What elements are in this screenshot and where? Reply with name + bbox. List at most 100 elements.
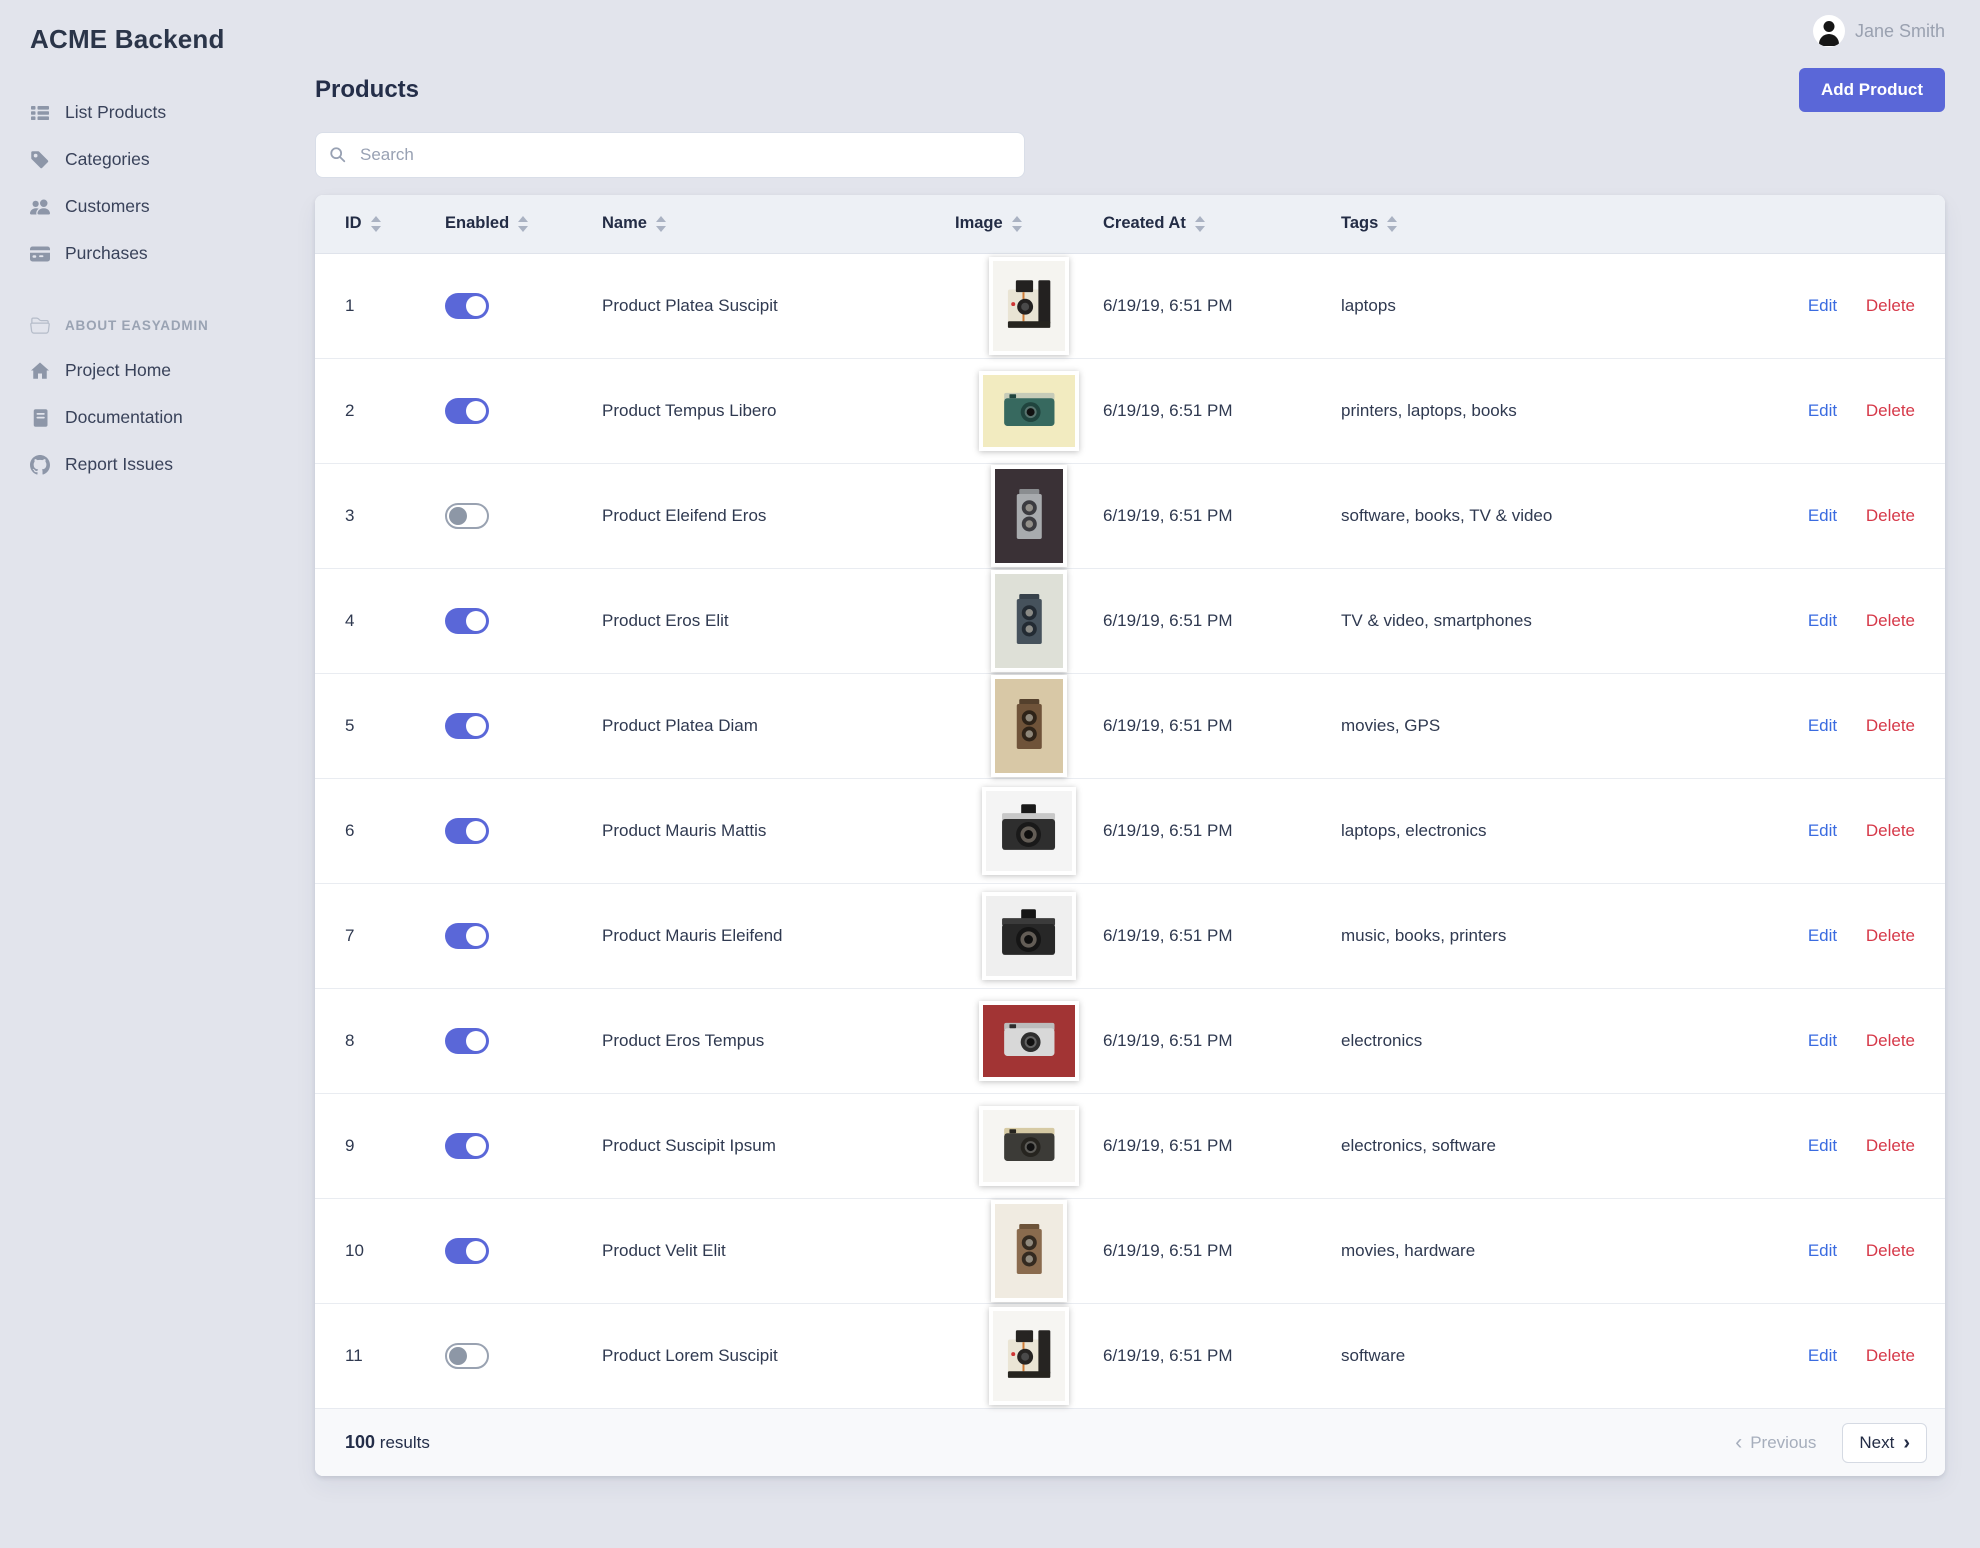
cell-enabled: [445, 882, 602, 988]
camera-illustration: [1016, 594, 1042, 645]
enabled-toggle[interactable]: [445, 1237, 489, 1264]
cell-actions: Edit Delete: [1760, 567, 1945, 673]
sidebar-item-categories[interactable]: Categories: [30, 136, 315, 183]
enabled-toggle[interactable]: [445, 712, 489, 739]
edit-link[interactable]: Edit: [1808, 401, 1837, 420]
sort-icon: [1194, 215, 1205, 232]
column-header-id[interactable]: ID: [315, 195, 445, 254]
cell-image: [955, 253, 1103, 358]
edit-link[interactable]: Edit: [1808, 296, 1837, 315]
enabled-toggle[interactable]: [445, 607, 489, 634]
product-image: [979, 1000, 1079, 1081]
search-input[interactable]: [315, 132, 1025, 178]
column-label: Tags: [1341, 214, 1379, 233]
sidebar-item-customers[interactable]: Customers: [30, 183, 315, 230]
sidebar-section-about: ABOUT EASYADMIN Project Home Documentati…: [30, 303, 315, 488]
edit-link[interactable]: Edit: [1808, 1241, 1837, 1260]
delete-link[interactable]: Delete: [1866, 821, 1915, 840]
camera-illustration: [1016, 699, 1042, 750]
cell-id: 5: [315, 672, 445, 778]
column-header-enabled[interactable]: Enabled: [445, 195, 602, 254]
user-name: Jane Smith: [1854, 20, 1945, 41]
sidebar-item-label: Purchases: [65, 243, 148, 263]
product-image: [991, 674, 1067, 777]
app-logo[interactable]: ACME Backend: [30, 24, 315, 55]
edit-link[interactable]: Edit: [1808, 506, 1837, 525]
sidebar-item-report-issues[interactable]: Report Issues: [30, 441, 315, 488]
cell-actions: Edit Delete: [1760, 253, 1945, 358]
cell-enabled: [445, 462, 602, 568]
enabled-toggle[interactable]: [445, 1132, 489, 1159]
enabled-toggle[interactable]: [445, 292, 489, 319]
column-header-created-at[interactable]: Created At: [1103, 195, 1341, 254]
list-icon: [30, 103, 50, 123]
cell-id: 6: [315, 777, 445, 883]
cell-enabled: [445, 1092, 602, 1198]
enabled-toggle[interactable]: [445, 1342, 489, 1369]
edit-link[interactable]: Edit: [1808, 821, 1837, 840]
cell-tags: movies, GPS: [1341, 672, 1760, 778]
chevron-right-icon: ›: [1903, 1431, 1910, 1454]
toggle-knob: [466, 715, 486, 736]
delete-link[interactable]: Delete: [1866, 1136, 1915, 1155]
sidebar-item-purchases[interactable]: Purchases: [30, 230, 315, 277]
delete-link[interactable]: Delete: [1866, 1346, 1915, 1365]
delete-link[interactable]: Delete: [1866, 1241, 1915, 1260]
delete-link[interactable]: Delete: [1866, 716, 1915, 735]
sidebar-item-documentation[interactable]: Documentation: [30, 394, 315, 441]
cell-name: Product Eleifend Eros: [602, 462, 955, 568]
table-footer: 100 results ‹ Previous Next ›: [315, 1408, 1945, 1476]
table-row: 10 Product Velit Elit 6/19/19, 6:51 PM m…: [315, 1197, 1945, 1303]
edit-link[interactable]: Edit: [1808, 1031, 1837, 1050]
cell-id: 10: [315, 1197, 445, 1303]
delete-link[interactable]: Delete: [1866, 401, 1915, 420]
sidebar-item-project-home[interactable]: Project Home: [30, 347, 315, 394]
enabled-toggle[interactable]: [445, 1027, 489, 1054]
delete-link[interactable]: Delete: [1866, 926, 1915, 945]
cell-image: [955, 1302, 1103, 1408]
app-window: ACME Backend List Products Categories Cu…: [0, 0, 1980, 1548]
topbar: Jane Smith: [315, 0, 1945, 62]
book-icon: [30, 408, 50, 428]
enabled-toggle[interactable]: [445, 397, 489, 424]
cell-name: Product Tempus Libero: [602, 357, 955, 463]
sidebar-section-header: ABOUT EASYADMIN: [30, 303, 315, 347]
product-image: [989, 256, 1069, 355]
toggle-knob: [449, 506, 467, 525]
cell-actions: Edit Delete: [1760, 1302, 1945, 1408]
sidebar-item-label: Report Issues: [65, 454, 173, 474]
edit-link[interactable]: Edit: [1808, 926, 1837, 945]
enabled-toggle[interactable]: [445, 817, 489, 844]
toggle-knob: [449, 1346, 467, 1365]
table-row: 2 Product Tempus Libero 6/19/19, 6:51 PM…: [315, 357, 1945, 463]
edit-link[interactable]: Edit: [1808, 1346, 1837, 1365]
sidebar-item-label: Customers: [65, 196, 150, 216]
cell-created-at: 6/19/19, 6:51 PM: [1103, 295, 1233, 315]
sidebar-item-label: Documentation: [65, 407, 183, 427]
column-header-name[interactable]: Name: [602, 195, 955, 254]
add-product-button[interactable]: Add Product: [1799, 68, 1945, 112]
toggle-knob: [466, 925, 486, 946]
column-header-actions: [1760, 195, 1945, 254]
delete-link[interactable]: Delete: [1866, 506, 1915, 525]
enabled-toggle[interactable]: [445, 922, 489, 949]
delete-link[interactable]: Delete: [1866, 1031, 1915, 1050]
enabled-toggle[interactable]: [445, 502, 489, 529]
next-page-button[interactable]: Next ›: [1842, 1422, 1927, 1463]
column-header-tags[interactable]: Tags: [1341, 195, 1760, 254]
cell-enabled: [445, 1302, 602, 1408]
edit-link[interactable]: Edit: [1808, 611, 1837, 630]
cell-tags: electronics, software: [1341, 1092, 1760, 1198]
camera-illustration: [1016, 1224, 1042, 1275]
table-row: 8 Product Eros Tempus 6/19/19, 6:51 PM e…: [315, 987, 1945, 1093]
sidebar-item-list-products[interactable]: List Products: [30, 89, 315, 136]
delete-link[interactable]: Delete: [1866, 611, 1915, 630]
user-menu[interactable]: Jane Smith: [1812, 15, 1945, 47]
cell-created-at: 6/19/19, 6:51 PM: [1103, 567, 1341, 673]
column-header-image[interactable]: Image: [955, 195, 1103, 254]
edit-link[interactable]: Edit: [1808, 1136, 1837, 1155]
delete-link[interactable]: Delete: [1866, 296, 1915, 315]
edit-link[interactable]: Edit: [1808, 716, 1837, 735]
cell-created-at: 6/19/19, 6:51 PM: [1103, 1197, 1341, 1303]
cell-enabled: [445, 567, 602, 673]
